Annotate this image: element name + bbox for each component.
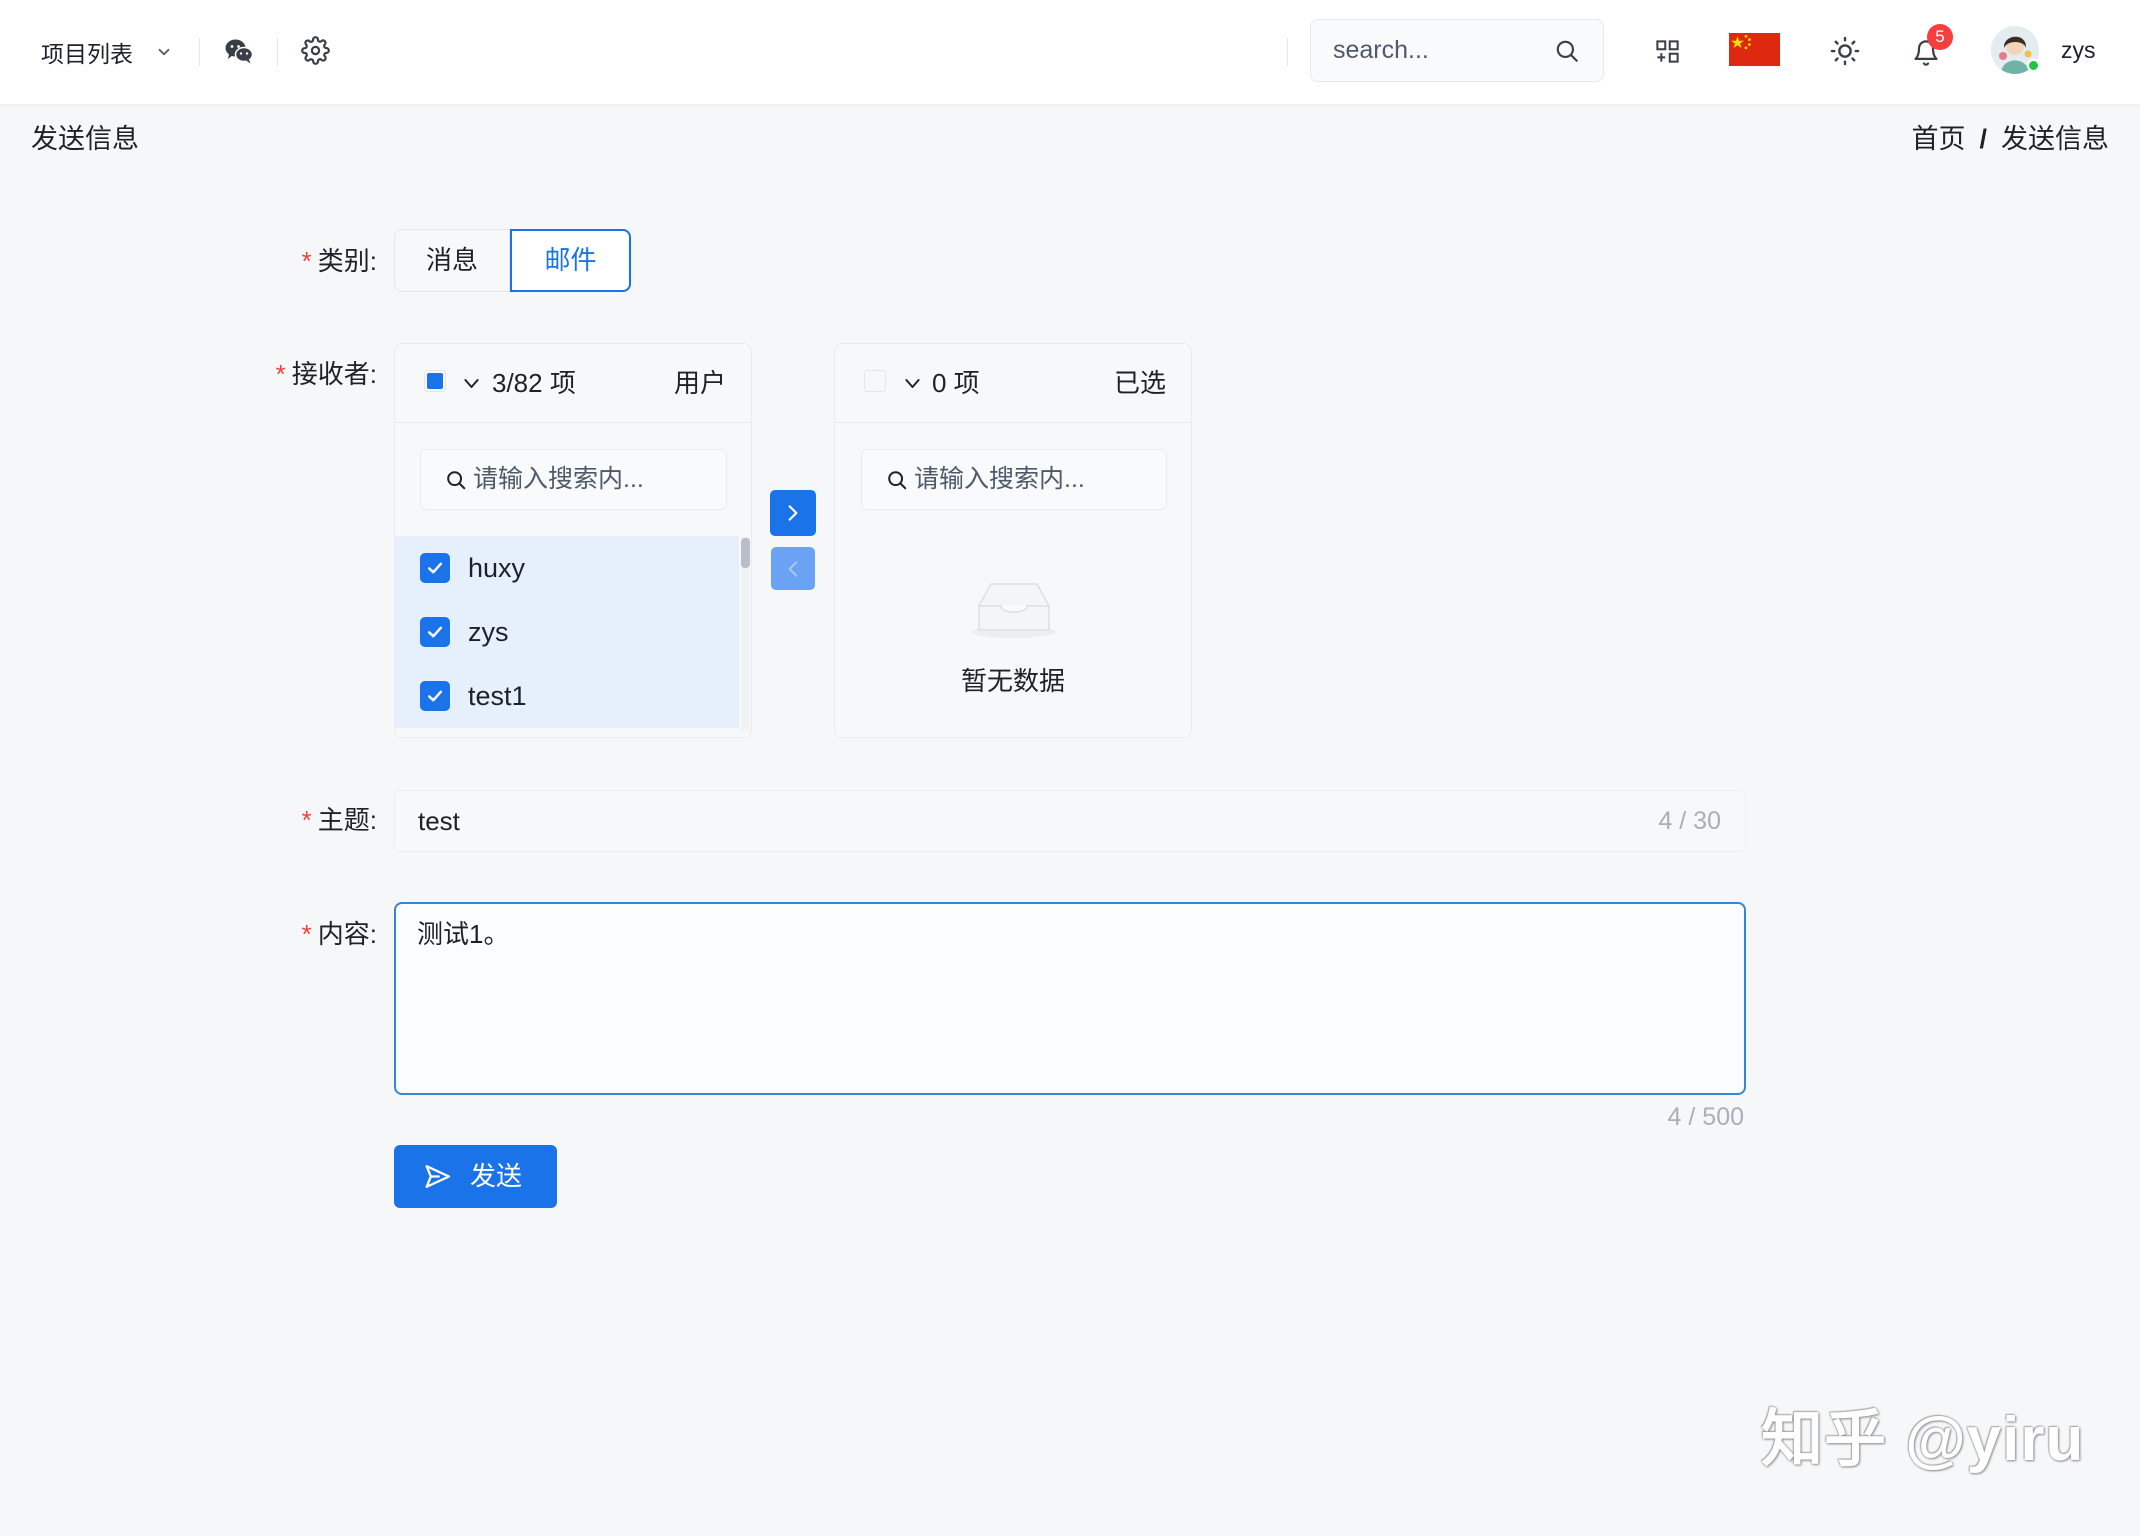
required-mark: * xyxy=(275,359,286,389)
search-icon[interactable] xyxy=(1554,38,1580,64)
target-search-input[interactable] xyxy=(912,450,1162,509)
send-button[interactable]: 发送 xyxy=(394,1145,557,1208)
source-count: 3/82 项 xyxy=(492,368,576,398)
item-name: huxy xyxy=(468,553,526,583)
global-search-input[interactable] xyxy=(1311,20,1551,81)
target-title: 已选 xyxy=(1113,368,1166,398)
required-mark: * xyxy=(301,919,312,949)
subject-char-counter: 4 / 30 xyxy=(1658,807,1721,835)
category-radio-group: 消息 邮件 xyxy=(394,229,631,292)
list-item[interactable]: zys xyxy=(395,600,739,664)
target-search[interactable] xyxy=(861,449,1167,510)
item-name: test1 xyxy=(468,681,527,711)
global-search[interactable] xyxy=(1310,19,1604,82)
china-flag-icon[interactable] xyxy=(1729,33,1780,66)
source-list: huxy zys test1 xyxy=(395,536,739,728)
chevron-down-icon xyxy=(155,43,173,61)
required-mark: * xyxy=(301,805,312,835)
list-item[interactable]: test1 xyxy=(395,664,739,728)
source-search-input[interactable] xyxy=(471,450,721,509)
target-count: 0 项 xyxy=(932,368,980,398)
chevron-left-icon xyxy=(788,561,798,577)
transfer-target-panel: 0 项 已选 暂无数据 xyxy=(834,343,1192,738)
source-search[interactable] xyxy=(420,449,727,510)
breadcrumb-separator: / xyxy=(1979,124,1987,154)
transfer-source-panel: 3/82 项 用户 huxy zys test1 xyxy=(394,343,752,738)
header-divider xyxy=(1287,38,1288,66)
online-status-dot xyxy=(2027,59,2040,72)
target-select-all-checkbox[interactable] xyxy=(864,370,886,392)
subject-input[interactable] xyxy=(395,791,1595,851)
move-to-left-button[interactable] xyxy=(771,547,815,590)
category-option-message[interactable]: 消息 xyxy=(394,229,510,292)
transfer-source-header: 3/82 项 用户 xyxy=(395,344,751,423)
item-name: zys xyxy=(468,617,509,647)
apps-grid-icon[interactable] xyxy=(1654,38,1681,65)
breadcrumb-current: 发送信息 xyxy=(2001,124,2109,154)
breadcrumb-home[interactable]: 首页 xyxy=(1911,120,1965,158)
project-list-label: 项目列表 xyxy=(41,41,133,67)
source-title: 用户 xyxy=(673,368,726,398)
header-divider xyxy=(277,38,278,66)
indeterminate-mark xyxy=(427,373,443,389)
list-item[interactable]: huxy xyxy=(395,536,739,600)
required-mark: * xyxy=(301,246,312,276)
page-title: 发送信息 xyxy=(31,124,139,154)
move-to-right-button[interactable] xyxy=(770,490,816,536)
content-char-counter: 4 / 500 xyxy=(1667,1103,1744,1131)
wechat-icon[interactable] xyxy=(223,35,255,67)
chevron-right-icon xyxy=(788,505,798,521)
send-icon xyxy=(423,1162,452,1191)
content-label: * 内容: xyxy=(301,919,377,949)
receivers-label: * 接收者: xyxy=(275,359,377,389)
subject-label: * 主题: xyxy=(301,805,377,835)
top-header: 项目列表 search... 5 zys xyxy=(0,0,2140,104)
empty-inbox-icon xyxy=(961,572,1067,640)
category-option-email[interactable]: 邮件 xyxy=(510,229,631,292)
scrollbar-thumb[interactable] xyxy=(741,538,750,568)
watermark: 知乎 @yiru xyxy=(1761,1405,2085,1474)
gear-icon[interactable] xyxy=(301,36,330,65)
sun-icon[interactable] xyxy=(1830,36,1860,66)
empty-text: 暂无数据 xyxy=(960,666,1065,696)
chevron-down-icon[interactable] xyxy=(902,373,923,394)
project-list-dropdown[interactable]: 项目列表 xyxy=(41,0,173,104)
source-select-all-checkbox[interactable] xyxy=(424,370,446,392)
search-icon xyxy=(886,469,908,491)
header-divider xyxy=(199,38,200,66)
transfer-target-header: 0 项 已选 xyxy=(835,344,1191,423)
notification-badge: 5 xyxy=(1927,24,1953,50)
breadcrumb: 首页 / 发送信息 xyxy=(1911,120,2109,158)
chevron-down-icon[interactable] xyxy=(461,373,482,394)
subject-field[interactable]: 4 / 30 xyxy=(394,790,1746,852)
username[interactable]: zys xyxy=(2061,0,2096,100)
item-checkbox[interactable] xyxy=(420,553,450,583)
category-label: * 类别: xyxy=(301,246,377,276)
send-button-label: 发送 xyxy=(470,1161,523,1191)
search-icon xyxy=(445,469,467,491)
content-textarea[interactable]: 测试1。 xyxy=(394,902,1746,1095)
item-checkbox[interactable] xyxy=(420,617,450,647)
item-checkbox[interactable] xyxy=(420,681,450,711)
